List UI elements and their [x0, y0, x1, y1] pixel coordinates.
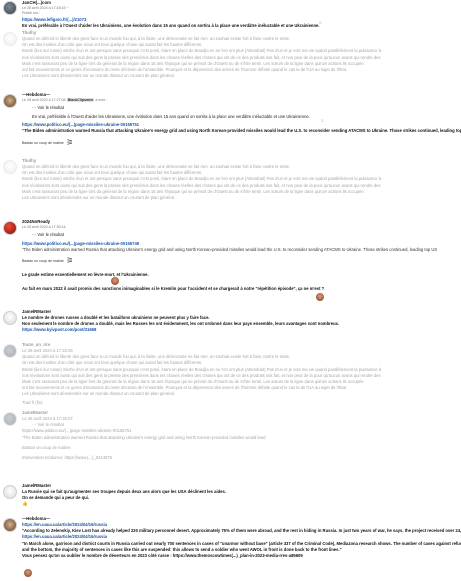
post-date[interactable]: Le 28 avril 2024 à 17:30:14 [22, 225, 461, 230]
user-avatar[interactable] [3, 485, 17, 499]
source-link[interactable]: https://www.lefigaro.fr/(...)/21073 [22, 17, 86, 22]
face-emoji-icon [111, 277, 119, 285]
post-line: Bastan un coup de matine [22, 444, 71, 450]
user-avatar[interactable] [3, 221, 17, 235]
user-avatar[interactable] [3, 1, 17, 15]
post-line: "The Biden administration warned Russia … [22, 434, 266, 440]
user-avatar[interactable] [3, 518, 17, 532]
post-line: Publié sur : https://www.lefigaro.fr/(..… [22, 11, 87, 22]
post-line: "In March alone, garrison and district c… [22, 540, 461, 546]
face-emoji-icon [316, 293, 324, 301]
user-avatar[interactable] [3, 160, 17, 174]
dancer-gif-icon: ⚞ [66, 137, 74, 147]
user-avatar[interactable] [3, 32, 17, 46]
signature: Bastan un coup de matine ⚞ [22, 255, 74, 265]
post-line: Le grade estime essentiellement en lèvre… [22, 271, 149, 277]
post-line: Vous pensez qu'on va oublier le nombre d… [22, 552, 303, 558]
post-line: "The Biden administration warned Russia … [22, 127, 461, 133]
smile-emoji-icon: ☺ [318, 20, 323, 25]
post-line: Au fait en mars 2022 il avait promis des… [22, 285, 325, 291]
smile-emoji-icon: ☺ [320, 118, 325, 123]
user-avatar[interactable] [3, 412, 17, 426]
expand-quote[interactable]: ··· Voir le résultat [32, 232, 461, 238]
post-line: Intervention tendance: https://www.(...)… [22, 454, 113, 460]
post-line: Les Ukrainiens sont désorientés sur un m… [22, 194, 175, 200]
post-line: En vrai, préférable à l'Ouest d'aider le… [22, 22, 320, 28]
post-meta: Le 28 avril 2024 à 17:27:08 BlackClipsme… [22, 98, 108, 103]
article-link[interactable]: https://www.kyivpost.com/post/31668 [22, 327, 461, 333]
post-line: Trad fr (fin) [22, 399, 43, 405]
face-emoji-icon [24, 569, 32, 577]
post-line: On se demande qui a peur de qui. [22, 495, 90, 501]
quote-text: En vrai, préférable à l'Ouest d'aider le… [32, 113, 310, 119]
expand-quote[interactable]: ··· Voir le résultat [32, 105, 461, 111]
post-line: Les Ukrainiens sont désorientés sur un m… [22, 390, 175, 396]
post-line: Les Ukrainiens sont désorientés sur un m… [22, 72, 175, 78]
quote-block: ··· Voir le résultat [32, 232, 461, 238]
quote-block: ··· Voir le résultat En vrai, préférable… [32, 105, 461, 119]
quote-text: "The Biden administration warned Russia … [22, 246, 438, 252]
user-avatar[interactable] [3, 344, 17, 358]
dancer-gif-icon: ⚞ [66, 255, 74, 265]
signature: Bastan un coup de matine ⚞ [22, 137, 74, 147]
user-avatar[interactable] [3, 311, 17, 325]
thumbs-emoji-icon: 👍 [22, 501, 28, 507]
user-avatar[interactable] [3, 94, 17, 108]
quoted-user-tag[interactable]: BlackClipsmen [66, 98, 95, 103]
